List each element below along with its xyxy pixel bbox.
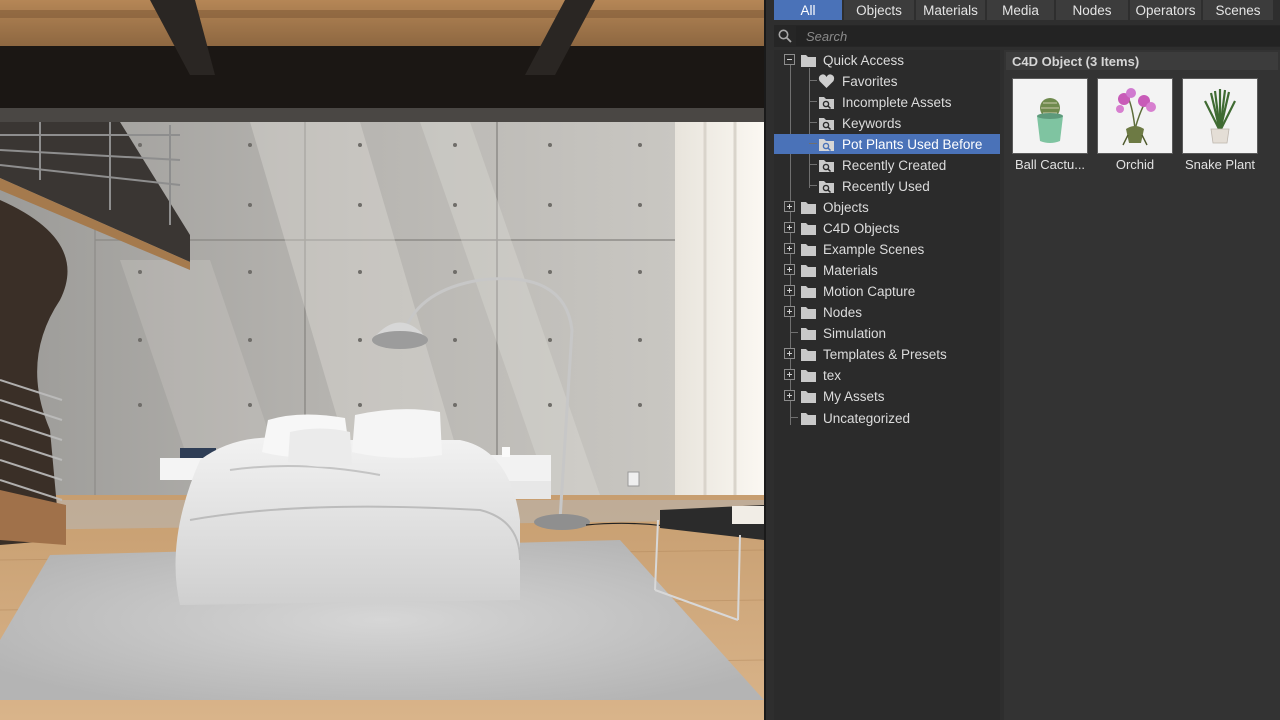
tree-item-label: C4D Objects: [823, 220, 900, 236]
ball-cactus-thumbnail[interactable]: [1012, 78, 1088, 154]
tree-item-materials[interactable]: Materials: [774, 260, 1000, 280]
tab-all[interactable]: All: [774, 0, 842, 20]
tree-item-label: Templates & Presets: [823, 346, 947, 362]
tab-scenes[interactable]: Scenes: [1203, 0, 1273, 20]
tree-item-label: Keywords: [842, 115, 902, 131]
asset-grid: C4D Object (3 Items) Ball Cactu... Orchi…: [1004, 50, 1280, 720]
tree-item-keywords[interactable]: Keywords: [774, 113, 1000, 133]
folder-icon: [800, 346, 817, 362]
collapse-toggle-icon[interactable]: [784, 54, 795, 65]
asset-item[interactable]: Snake Plant: [1182, 78, 1258, 172]
tree-item-favorites[interactable]: Favorites: [774, 71, 1000, 91]
tab-materials[interactable]: Materials: [916, 0, 985, 20]
tree-item-label: Quick Access: [823, 52, 905, 68]
folder-icon: [800, 220, 817, 236]
expand-toggle-icon[interactable]: [784, 390, 795, 401]
expand-toggle-icon[interactable]: [784, 264, 795, 275]
folder-icon: [800, 52, 817, 68]
tree-item-recently-used[interactable]: Recently Used: [774, 176, 1000, 196]
tree-item-templates-presets[interactable]: Templates & Presets: [774, 344, 1000, 364]
tree-item-label: Pot Plants Used Before: [842, 136, 983, 152]
folder-icon: [800, 241, 817, 257]
tree-item-recently-created[interactable]: Recently Created: [774, 155, 1000, 175]
folder-icon: [800, 304, 817, 320]
smart-search-icon: [818, 178, 835, 194]
tree-item-label: Uncategorized: [823, 410, 911, 426]
tree-item-label: My Assets: [823, 388, 885, 404]
bedroom-render-image: [0, 0, 764, 720]
snake-plant-thumbnail[interactable]: [1182, 78, 1258, 154]
tree-item-label: Motion Capture: [823, 283, 916, 299]
tab-operators[interactable]: Operators: [1130, 0, 1201, 20]
category-tree: Quick Access Favorites Incomplete Assets…: [774, 50, 1000, 720]
expand-toggle-icon[interactable]: [784, 306, 795, 317]
tree-item-label: tex: [823, 367, 842, 383]
search-bar: [774, 25, 1280, 47]
search-input[interactable]: [796, 26, 1280, 46]
expand-toggle-icon[interactable]: [784, 201, 795, 212]
asset-label: Snake Plant: [1184, 157, 1256, 172]
asset-label: Ball Cactu...: [1014, 157, 1086, 172]
folder-icon: [800, 388, 817, 404]
tree-item-my-assets[interactable]: My Assets: [774, 386, 1000, 406]
tree-item-uncategorized[interactable]: Uncategorized: [774, 408, 1000, 428]
tree-item-label: Simulation: [823, 325, 887, 341]
tree-item-label: Recently Created: [842, 157, 947, 173]
tree-item-quick-access[interactable]: Quick Access: [774, 50, 1000, 70]
asset-browser-panel: All Objects Materials Media Nodes Operat…: [764, 0, 1280, 720]
folder-icon: [800, 410, 817, 426]
folder-icon: [800, 325, 817, 341]
tree-item-label: Nodes: [823, 304, 863, 320]
search-icon[interactable]: [774, 25, 796, 47]
orchid-thumbnail[interactable]: [1097, 78, 1173, 154]
expand-toggle-icon[interactable]: [784, 369, 795, 380]
heart-icon: [818, 73, 835, 89]
asset-item[interactable]: Orchid: [1097, 78, 1173, 172]
folder-icon: [800, 283, 817, 299]
tree-item-nodes[interactable]: Nodes: [774, 302, 1000, 322]
tree-item-motion-capture[interactable]: Motion Capture: [774, 281, 1000, 301]
expand-toggle-icon[interactable]: [784, 243, 795, 254]
group-header[interactable]: C4D Object (3 Items): [1006, 52, 1278, 70]
tree-item-label: Objects: [823, 199, 869, 215]
tree-item-label: Recently Used: [842, 178, 930, 194]
tab-nodes[interactable]: Nodes: [1056, 0, 1128, 20]
asset-item[interactable]: Ball Cactu...: [1012, 78, 1088, 172]
tree-item-c4d-objects[interactable]: C4D Objects: [774, 218, 1000, 238]
smart-search-icon: [818, 94, 835, 110]
smart-search-icon: [818, 136, 835, 152]
category-tab-bar: All Objects Materials Media Nodes Operat…: [774, 0, 1280, 20]
smart-search-icon: [818, 157, 835, 173]
tree-item-simulation[interactable]: Simulation: [774, 323, 1000, 343]
tree-item-objects[interactable]: Objects: [774, 197, 1000, 217]
tree-item-label: Favorites: [842, 73, 898, 89]
tree-item-tex[interactable]: tex: [774, 365, 1000, 385]
tree-item-label: Incomplete Assets: [842, 94, 952, 110]
folder-icon: [800, 367, 817, 383]
smart-search-icon: [818, 115, 835, 131]
tree-item-label: Materials: [823, 262, 878, 278]
expand-toggle-icon[interactable]: [784, 285, 795, 296]
tab-objects[interactable]: Objects: [844, 0, 914, 20]
tree-item-label: Example Scenes: [823, 241, 925, 257]
tree-item-pot-plants-used-before[interactable]: Pot Plants Used Before: [774, 134, 1000, 154]
folder-icon: [800, 199, 817, 215]
expand-toggle-icon[interactable]: [784, 222, 795, 233]
tree-item-incomplete-assets[interactable]: Incomplete Assets: [774, 92, 1000, 112]
asset-label: Orchid: [1115, 157, 1155, 172]
tab-media[interactable]: Media: [987, 0, 1054, 20]
tree-item-example-scenes[interactable]: Example Scenes: [774, 239, 1000, 259]
folder-icon: [800, 262, 817, 278]
expand-toggle-icon[interactable]: [784, 348, 795, 359]
viewport-render[interactable]: [0, 0, 764, 720]
